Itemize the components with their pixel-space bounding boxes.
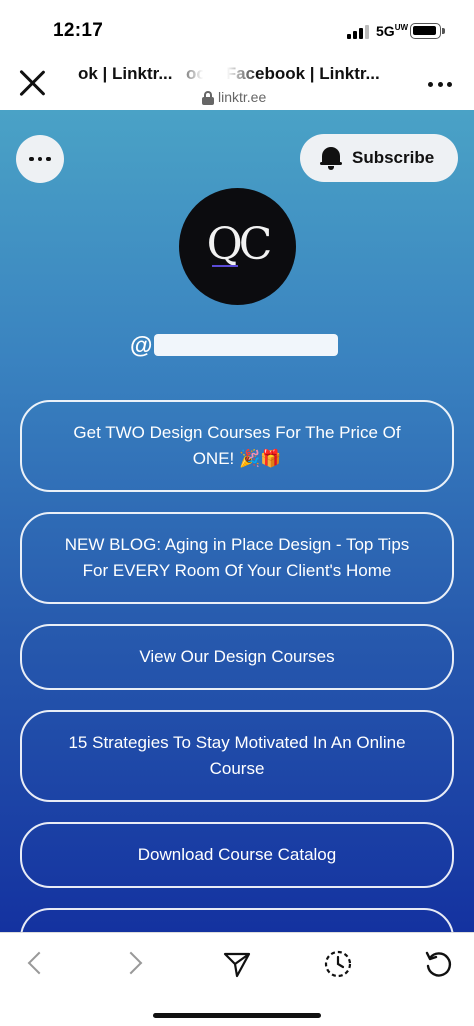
link-button-blog[interactable]: NEW BLOG: Aging in Place Design - Top Ti… [20,512,454,604]
browser-toolbar [0,932,474,1026]
close-icon[interactable] [18,68,48,98]
subscribe-button[interactable]: Subscribe [300,134,458,182]
profile-handle: @ [130,330,339,360]
status-bar: 12:17 5GUW [0,0,474,52]
more-options-icon[interactable] [428,82,452,88]
handle-redaction [154,334,339,356]
profile-menu-button[interactable] [16,135,64,183]
share-icon[interactable] [222,949,252,979]
forward-icon[interactable] [119,949,150,979]
page-url[interactable]: linktr.ee [202,89,266,105]
linktree-page: Subscribe QC @ Get TWO Design Courses Fo… [0,110,474,932]
bell-icon [320,146,342,170]
browser-header: ok | Linktr... ool | Facebook | Linktr..… [0,52,474,110]
signal-icon [347,25,369,39]
battery-icon [410,23,445,39]
status-time: 12:17 [53,20,104,41]
refresh-icon[interactable] [424,949,454,979]
page-title: ok | Linktr... ool | Facebook | Linktr..… [78,62,380,84]
network-label: 5GUW [376,23,409,39]
back-icon[interactable] [22,949,52,979]
lock-icon [202,90,214,105]
link-button-partial[interactable] [20,908,454,932]
link-button-strategies[interactable]: 15 Strategies To Stay Motivated In An On… [20,710,454,802]
link-button-catalog[interactable]: Download Course Catalog [20,822,454,888]
history-icon[interactable] [323,949,353,979]
avatar-underline [212,265,238,267]
title-redaction [176,62,254,84]
avatar: QC [179,188,296,305]
link-button-design-courses[interactable]: View Our Design Courses [20,624,454,690]
link-button-two-courses[interactable]: Get TWO Design Courses For The Price Of … [20,400,454,492]
home-indicator [153,1013,321,1018]
